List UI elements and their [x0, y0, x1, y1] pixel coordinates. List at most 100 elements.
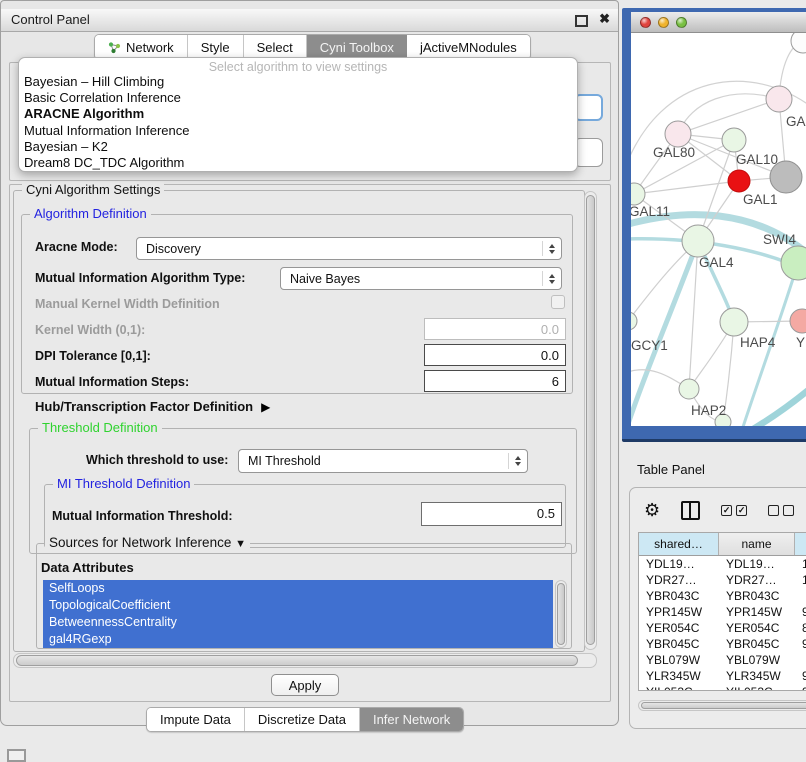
table-cell: 9.: [795, 684, 806, 691]
select-all-icon[interactable]: ✓✓: [721, 505, 747, 516]
algorithm-option-bayesian-hill-climbing[interactable]: Bayesian – Hill Climbing: [19, 74, 577, 90]
table-panel-title: Table Panel: [637, 462, 705, 477]
tab-style[interactable]: Style: [188, 35, 244, 59]
network-node[interactable]: [631, 183, 645, 205]
mi-threshold-field[interactable]: 0.5: [421, 502, 562, 526]
which-threshold-label: Which threshold to use:: [86, 453, 228, 467]
table-cell: YDR27…: [639, 572, 719, 588]
attribute-item-topologicalcoefficient[interactable]: TopologicalCoefficient: [43, 597, 553, 614]
apply-button[interactable]: Apply: [271, 674, 339, 696]
network-node[interactable]: [631, 312, 637, 330]
network-edge[interactable]: [678, 99, 779, 134]
manual-kernel-checkbox[interactable]: [551, 295, 565, 309]
attribute-item-gal4rgexp[interactable]: gal4RGexp: [43, 631, 553, 648]
which-threshold-combo[interactable]: MI Threshold: [238, 449, 528, 473]
table-row[interactable]: YDR27…YDR27…12: [639, 572, 806, 588]
node-label-gal80: GAL80: [653, 145, 695, 160]
table-row[interactable]: YLR345WYLR345W9.: [639, 668, 806, 684]
float-window-icon[interactable]: [575, 15, 588, 27]
network-edge[interactable]: [743, 381, 806, 426]
restore-panel-button[interactable]: [7, 749, 26, 762]
table-cell: [795, 588, 806, 604]
network-node[interactable]: [766, 86, 792, 112]
table-cell: 12: [795, 572, 806, 588]
tab-discretize-data[interactable]: Discretize Data: [245, 708, 360, 731]
network-edge[interactable]: [634, 181, 739, 194]
column-header-a[interactable]: A: [795, 533, 806, 555]
expand-arrow-icon[interactable]: ▶: [261, 400, 270, 414]
network-node[interactable]: [679, 379, 699, 399]
network-node[interactable]: [720, 308, 748, 336]
node-label-y: Y: [796, 335, 805, 350]
tab-jactivemnodules[interactable]: jActiveMNodules: [407, 35, 530, 59]
control-panel-titlebar[interactable]: Control Panel ✖: [1, 9, 618, 32]
network-node[interactable]: [781, 246, 806, 280]
network-node[interactable]: [665, 121, 691, 147]
table-row[interactable]: YBL079WYBL079W: [639, 652, 806, 668]
dpi-tolerance-field[interactable]: 0.0: [424, 344, 566, 366]
mi-steps-label: Mutual Information Steps:: [35, 375, 189, 389]
tab-cyni-toolbox[interactable]: Cyni Toolbox: [307, 35, 407, 59]
gear-icon[interactable]: ⚙: [644, 501, 660, 519]
mi-type-combo[interactable]: Naive Bayes: [280, 267, 562, 290]
close-icon[interactable]: ✖: [599, 11, 610, 27]
data-attributes-list[interactable]: SelfLoopsTopologicalCoefficientBetweenne…: [43, 580, 553, 648]
table-panel-window: ⚙ ✓✓ shared…nameA YDL19…YDL19…13YDR27…YD…: [629, 487, 806, 729]
kernel-width-field[interactable]: 0.0: [424, 318, 566, 340]
table-cell: YIL053C: [719, 684, 795, 691]
close-traffic-light-icon[interactable]: [640, 17, 651, 28]
table-row[interactable]: YER054CYER054C8.: [639, 620, 806, 636]
network-graph[interactable]: GALGAL80GAL10GAL1GAL11GAL4SWI4GCY1HAP4YH…: [631, 33, 806, 426]
aracne-mode-label: Aracne Mode:: [35, 240, 118, 254]
network-node[interactable]: [682, 225, 714, 257]
attribute-item-betweennesscentrality[interactable]: BetweennessCentrality: [43, 614, 553, 631]
table-cell: YPR145W: [719, 604, 795, 620]
node-label-gal4: GAL4: [699, 255, 734, 270]
tab-infer-network[interactable]: Infer Network: [360, 708, 463, 731]
network-node[interactable]: [790, 309, 806, 333]
mi-steps-field[interactable]: 6: [424, 370, 566, 392]
table-horizontal-scrollbar[interactable]: [638, 700, 806, 711]
collapse-arrow-icon[interactable]: ▼: [235, 538, 246, 550]
tab-network[interactable]: Network: [95, 35, 188, 59]
tab-impute-data[interactable]: Impute Data: [147, 708, 245, 731]
table-row[interactable]: YDL19…YDL19…13: [639, 556, 806, 572]
table-cell: YDL19…: [639, 556, 719, 572]
aracne-mode-combo[interactable]: Discovery: [136, 237, 562, 260]
hidden-combo-focused[interactable]: [574, 94, 603, 121]
network-window-titlebar[interactable]: [631, 12, 806, 33]
table-row[interactable]: YIL053CYIL053C9.: [639, 684, 806, 691]
network-node[interactable]: [791, 33, 806, 53]
node-label-swi4: SWI4: [763, 232, 796, 247]
table-cell: YPR145W: [639, 604, 719, 620]
tab-select[interactable]: Select: [244, 35, 307, 59]
table-row[interactable]: YBR045CYBR045C9.: [639, 636, 806, 652]
column-header-shared[interactable]: shared…: [639, 533, 719, 555]
deselect-all-icon[interactable]: [768, 505, 794, 516]
algorithm-option-mutual-information-inference[interactable]: Mutual Information Inference: [19, 123, 577, 139]
table-row[interactable]: YPR145WYPR145W9.: [639, 604, 806, 620]
algorithm-option-basic-correlation-inference[interactable]: Basic Correlation Inference: [19, 90, 577, 106]
network-canvas[interactable]: GALGAL80GAL10GAL1GAL11GAL4SWI4GCY1HAP4YH…: [631, 33, 806, 426]
minimize-traffic-light-icon[interactable]: [658, 17, 669, 28]
table-row[interactable]: YBR043CYBR043C: [639, 588, 806, 604]
split-view-icon[interactable]: [681, 501, 700, 520]
network-edge[interactable]: [678, 94, 779, 134]
attribute-item-selfloops[interactable]: SelfLoops: [43, 580, 553, 597]
column-header-name[interactable]: name: [719, 533, 795, 555]
table-toolbar: ⚙ ✓✓: [644, 498, 806, 522]
zoom-traffic-light-icon[interactable]: [676, 17, 687, 28]
network-node[interactable]: [722, 128, 746, 152]
settings-horizontal-scrollbar[interactable]: [13, 653, 597, 668]
network-node[interactable]: [728, 170, 750, 192]
tab-label: Cyni Toolbox: [320, 40, 394, 55]
attributes-list-scrollbar[interactable]: [555, 580, 567, 648]
algorithm-option-aracne-algorithm[interactable]: ARACNE Algorithm: [19, 106, 577, 122]
table-cell: 9.: [795, 604, 806, 620]
algorithm-option-dream8-dc-tdc-algorithm[interactable]: Dream8 DC_TDC Algorithm: [19, 155, 577, 171]
hub-definition-expander[interactable]: Hub/Transcription Factor Definition ▶: [35, 399, 270, 414]
settings-vertical-scrollbar[interactable]: [584, 191, 597, 650]
table-cell: YBR043C: [719, 588, 795, 604]
algorithm-option-bayesian-k2[interactable]: Bayesian – K2: [19, 139, 577, 155]
hidden-combo[interactable]: [574, 138, 603, 167]
